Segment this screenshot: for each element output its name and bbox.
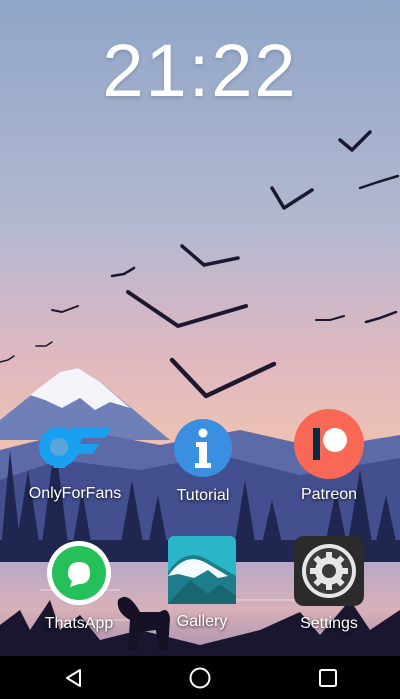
home-screen: 21:22 OnlyForFans Tutorial Patreon Thats… (0, 0, 400, 656)
recents-square-icon (319, 669, 337, 687)
home-circle-icon (189, 667, 211, 689)
back-button[interactable] (54, 662, 94, 694)
patreon-icon (294, 409, 364, 479)
app-label: OnlyForFans (28, 485, 122, 502)
chat-bubble-icon (47, 541, 111, 605)
home-button[interactable] (180, 662, 220, 694)
app-thatsapp[interactable]: ThatsApp (24, 540, 134, 633)
gallery-mountain-icon (168, 536, 236, 604)
app-patreon[interactable]: Patreon (274, 408, 384, 504)
info-icon (174, 419, 232, 477)
app-settings[interactable]: Settings (274, 536, 384, 633)
app-tutorial[interactable]: Tutorial (148, 418, 258, 505)
navigation-bar (0, 656, 400, 699)
back-triangle-icon (66, 669, 81, 687)
app-label: Gallery (176, 613, 228, 630)
gear-icon (294, 536, 364, 606)
clock-time: 21:22 (102, 29, 298, 112)
recents-button[interactable] (308, 662, 348, 694)
app-label: ThatsApp (44, 615, 114, 632)
app-label: Settings (300, 615, 358, 632)
app-label: Tutorial (176, 487, 230, 504)
app-gallery[interactable]: Gallery (147, 536, 257, 631)
off-logo-icon (39, 427, 111, 468)
app-label: Patreon (300, 486, 358, 503)
app-onlyforfans[interactable]: OnlyForFans (20, 418, 130, 503)
